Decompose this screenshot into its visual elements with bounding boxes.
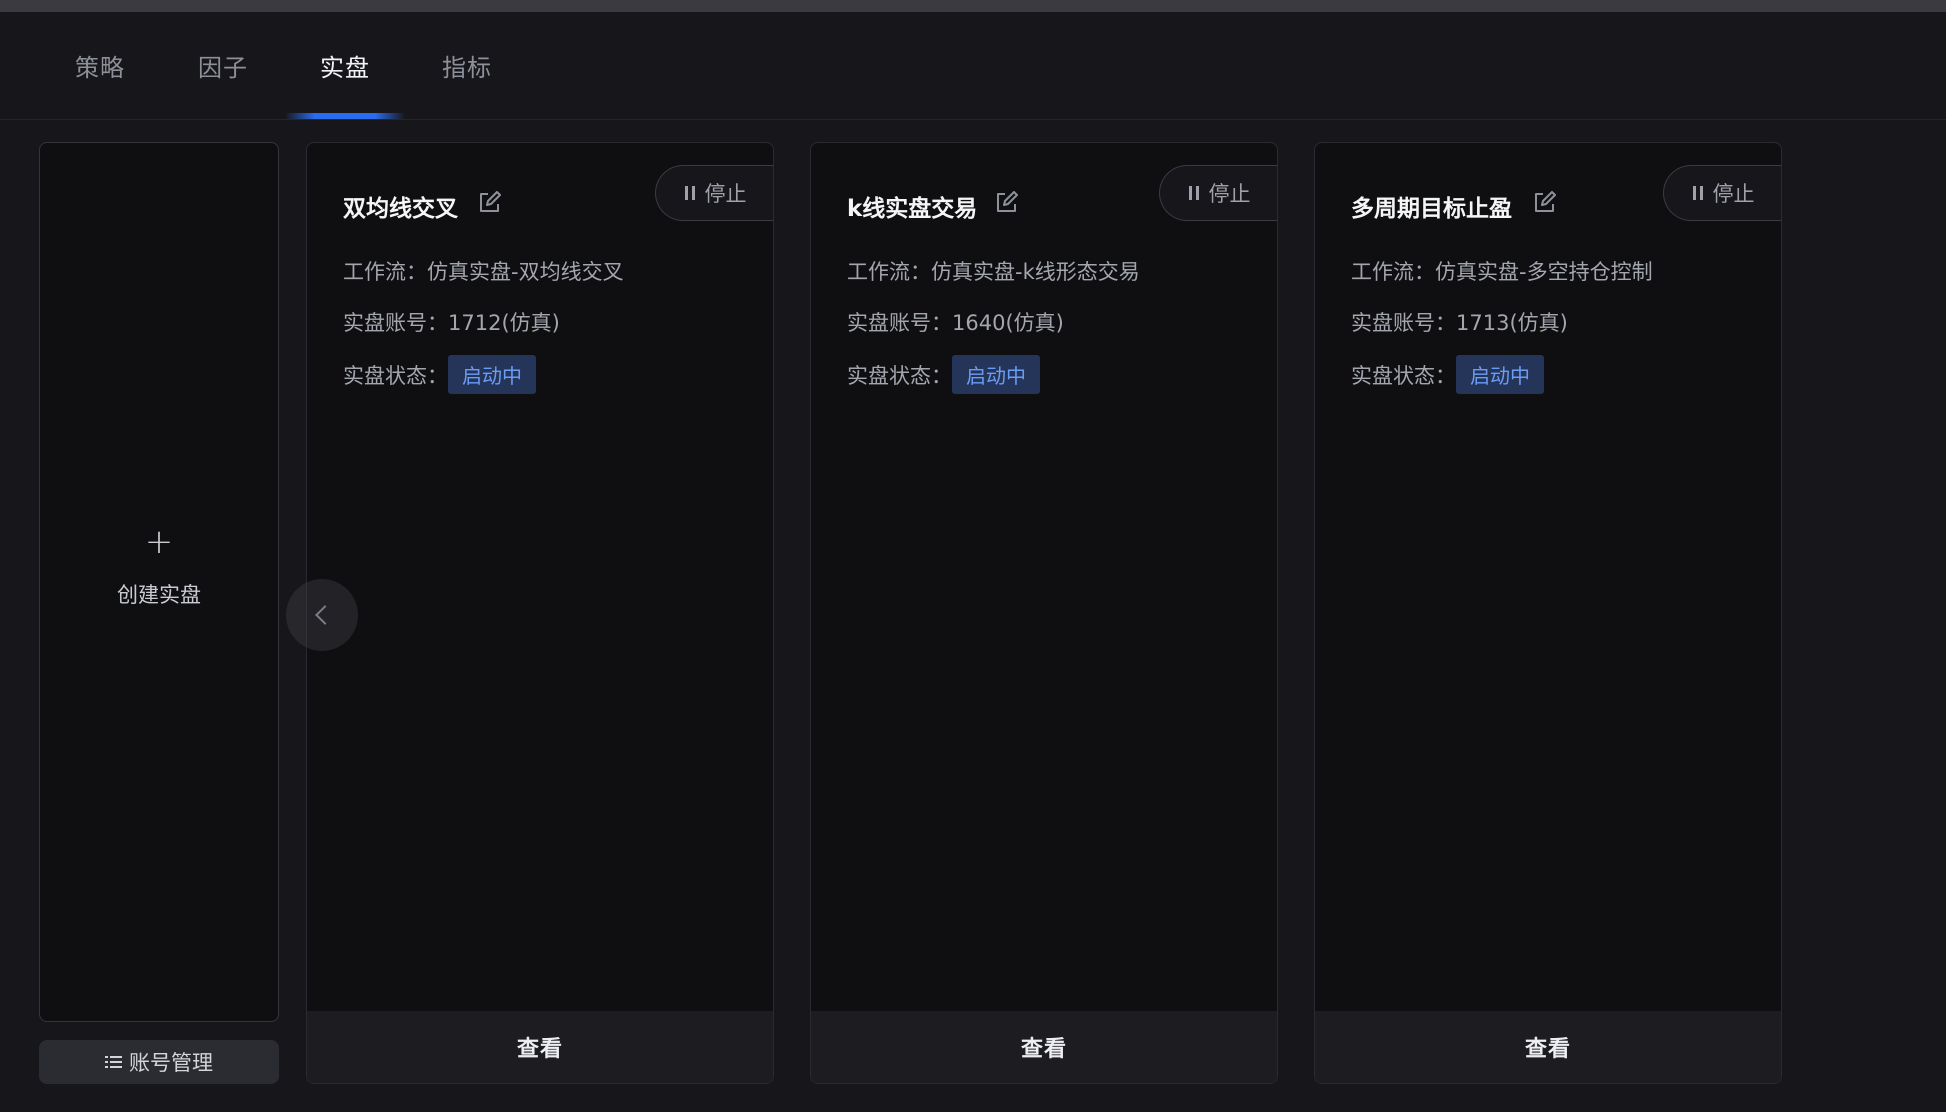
account-value: 1712(仿真) bbox=[448, 311, 560, 335]
card-title: 多周期目标止盈 bbox=[1351, 196, 1512, 222]
live-trading-card: 停止 k线实盘交易 工作流： 仿真实盘-k线形态交易 实盘账号： 1640(仿真… bbox=[810, 142, 1278, 1084]
view-button[interactable]: 查看 bbox=[307, 1011, 773, 1083]
pause-icon bbox=[1188, 186, 1199, 200]
card-title: k线实盘交易 bbox=[847, 196, 978, 222]
edit-icon[interactable] bbox=[994, 191, 1018, 215]
status-label: 实盘状态： bbox=[1351, 363, 1456, 388]
chevron-left-icon bbox=[315, 605, 335, 625]
active-tab-indicator bbox=[285, 113, 405, 119]
create-live-trading-panel[interactable]: + 创建实盘 bbox=[39, 142, 279, 1022]
stop-label: 停止 bbox=[1208, 182, 1251, 206]
create-live-trading-label: 创建实盘 bbox=[117, 583, 201, 607]
pause-icon bbox=[684, 186, 695, 200]
card-title: 双均线交叉 bbox=[343, 196, 458, 222]
carousel-prev-button[interactable] bbox=[286, 579, 358, 651]
account-management-label: 账号管理 bbox=[129, 1051, 213, 1075]
stop-label: 停止 bbox=[704, 182, 747, 206]
workflow-value: 仿真实盘-k线形态交易 bbox=[931, 260, 1140, 284]
plus-icon: + bbox=[144, 522, 174, 562]
list-icon bbox=[105, 1054, 123, 1070]
workflow-value: 仿真实盘-多空持仓控制 bbox=[1435, 260, 1653, 284]
tab-factor[interactable]: 因子 bbox=[198, 48, 248, 83]
account-label: 实盘账号： bbox=[343, 311, 448, 335]
account-value: 1713(仿真) bbox=[1456, 311, 1568, 335]
account-management-button[interactable]: 账号管理 bbox=[39, 1040, 279, 1084]
workflow-label: 工作流： bbox=[1351, 260, 1435, 284]
stop-button[interactable]: 停止 bbox=[1663, 165, 1781, 221]
account-row: 实盘账号： 1712(仿真) bbox=[343, 307, 560, 337]
pause-icon bbox=[1692, 186, 1703, 200]
status-row: 实盘状态： 启动中 bbox=[847, 355, 1040, 394]
status-badge: 启动中 bbox=[952, 355, 1040, 394]
live-trading-card: 停止 双均线交叉 工作流： 仿真实盘-双均线交叉 实盘账号： 1712(仿真) … bbox=[306, 142, 774, 1084]
edit-icon[interactable] bbox=[477, 191, 501, 215]
account-value: 1640(仿真) bbox=[952, 311, 1064, 335]
status-badge: 启动中 bbox=[448, 355, 536, 394]
status-label: 实盘状态： bbox=[343, 363, 448, 388]
view-button[interactable]: 查看 bbox=[1315, 1011, 1781, 1083]
stop-button[interactable]: 停止 bbox=[1159, 165, 1277, 221]
tab-indicator[interactable]: 指标 bbox=[442, 48, 492, 83]
account-label: 实盘账号： bbox=[1351, 311, 1456, 335]
workflow-row: 工作流： 仿真实盘-双均线交叉 bbox=[343, 256, 624, 286]
view-button[interactable]: 查看 bbox=[811, 1011, 1277, 1083]
tab-live-trading[interactable]: 实盘 bbox=[320, 48, 370, 83]
workflow-label: 工作流： bbox=[847, 260, 931, 284]
status-row: 实盘状态： 启动中 bbox=[1351, 355, 1544, 394]
tab-strategy[interactable]: 策略 bbox=[75, 48, 125, 83]
edit-icon[interactable] bbox=[1532, 191, 1556, 215]
status-badge: 启动中 bbox=[1456, 355, 1544, 394]
workflow-label: 工作流： bbox=[343, 260, 427, 284]
window-top-strip bbox=[0, 0, 1946, 12]
tab-bar: 策略 因子 实盘 指标 bbox=[0, 12, 1946, 120]
stop-label: 停止 bbox=[1712, 182, 1755, 206]
account-row: 实盘账号： 1713(仿真) bbox=[1351, 307, 1568, 337]
account-label: 实盘账号： bbox=[847, 311, 952, 335]
stop-button[interactable]: 停止 bbox=[655, 165, 773, 221]
status-label: 实盘状态： bbox=[847, 363, 952, 388]
workflow-row: 工作流： 仿真实盘-k线形态交易 bbox=[847, 256, 1140, 286]
status-row: 实盘状态： 启动中 bbox=[343, 355, 536, 394]
live-trading-card: 停止 多周期目标止盈 工作流： 仿真实盘-多空持仓控制 实盘账号： 1713(仿… bbox=[1314, 142, 1782, 1084]
workflow-value: 仿真实盘-双均线交叉 bbox=[427, 260, 624, 284]
account-row: 实盘账号： 1640(仿真) bbox=[847, 307, 1064, 337]
workflow-row: 工作流： 仿真实盘-多空持仓控制 bbox=[1351, 256, 1653, 286]
